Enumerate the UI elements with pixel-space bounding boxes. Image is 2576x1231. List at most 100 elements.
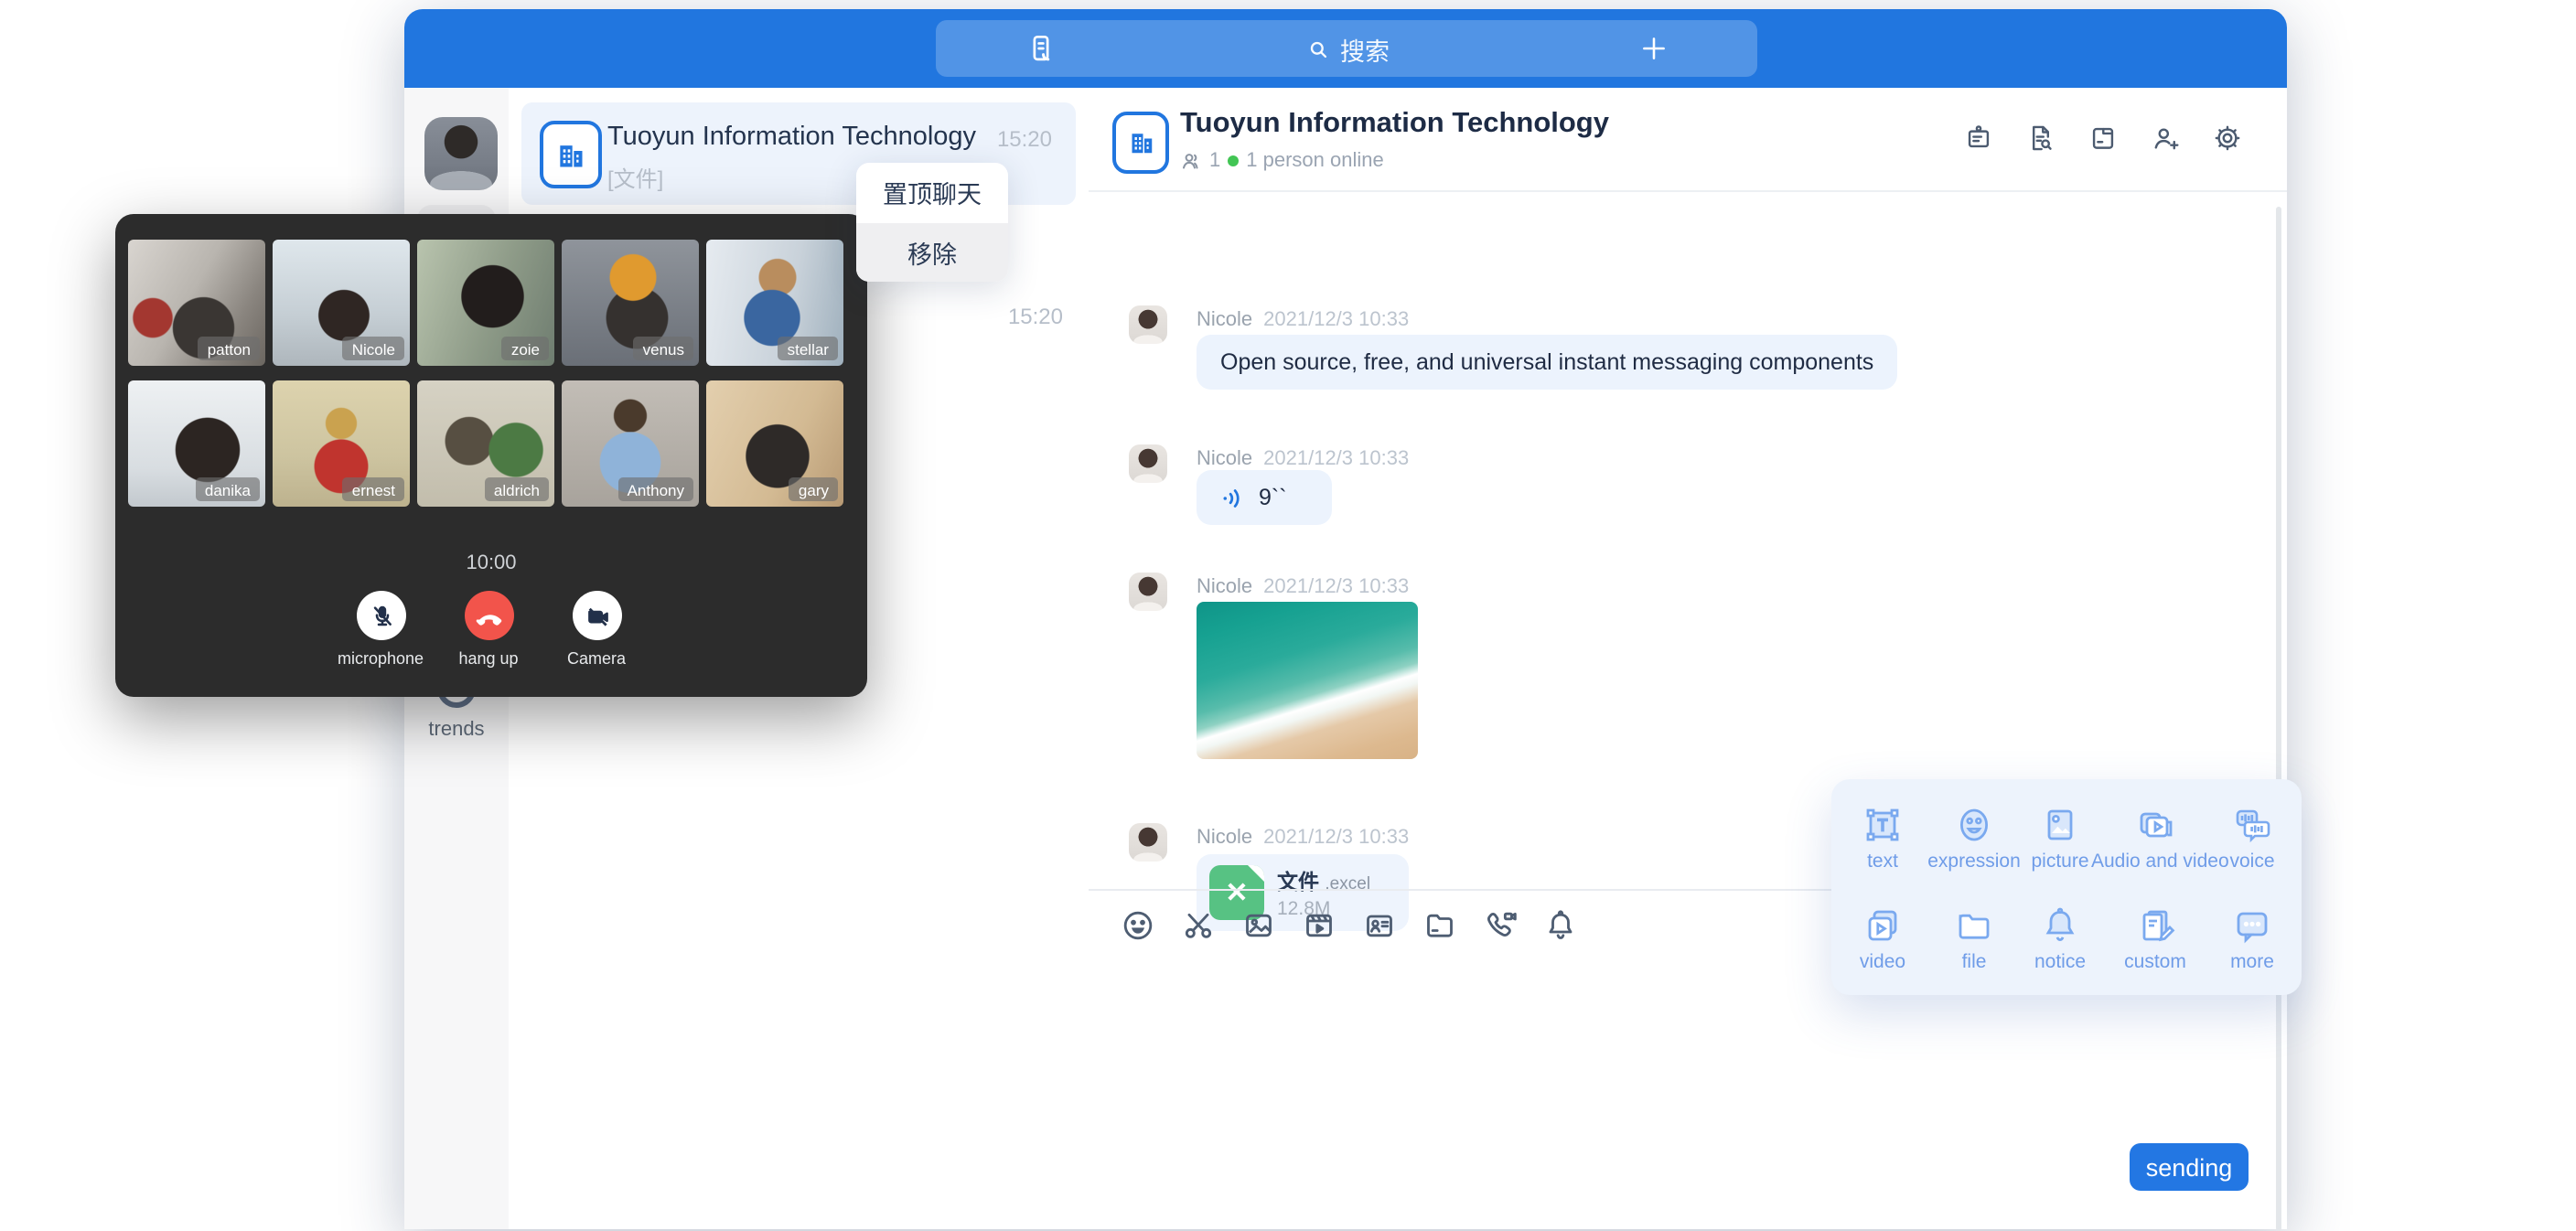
online-dot (1228, 155, 1239, 166)
group-avatar (1112, 112, 1169, 174)
message-time: 2021/12/3 10:33 (1263, 576, 1409, 598)
folder-icon[interactable] (1422, 907, 1458, 944)
conversation-time: 15:20 (997, 126, 1052, 152)
custom-icon (2133, 904, 2177, 947)
top-bar: 搜索 (404, 9, 2287, 88)
add-member-icon[interactable] (2150, 123, 2181, 154)
search-bar[interactable]: 搜索 (935, 20, 1756, 77)
message-time: 2021/12/3 10:33 (1263, 448, 1409, 470)
building-icon (1124, 124, 1157, 161)
emoji-icon[interactable] (1120, 907, 1156, 944)
participant-tile: stellar (706, 240, 843, 366)
notice-icon (2038, 904, 2082, 947)
participant-tile: danika (128, 380, 265, 507)
message-meta: Nicole 2021/12/3 10:33 (1197, 448, 1409, 470)
text-message[interactable]: Open source, free, and universal instant… (1197, 335, 1897, 390)
conversation-title: Tuoyun Information Technology (607, 123, 992, 152)
video-icon (1861, 904, 1905, 947)
chat-record-search-icon[interactable] (2025, 123, 2056, 154)
participant-name: gary (789, 477, 838, 501)
video-call-icon[interactable] (1482, 907, 1519, 944)
participant-tile: zoie (417, 240, 554, 366)
picture-icon[interactable] (1240, 907, 1277, 944)
building-icon (553, 134, 589, 175)
participant-tile: gary (706, 380, 843, 507)
participant-name: aldrich (485, 477, 549, 501)
avatar[interactable] (1129, 305, 1167, 344)
member-count: 1 (1209, 150, 1220, 172)
members-icon (1180, 150, 1202, 172)
add-icon[interactable] (1637, 33, 1669, 64)
image-message[interactable] (1197, 602, 1418, 759)
participant-name: Nicole (343, 337, 404, 360)
conversation-last-message: [文件] (607, 163, 663, 194)
video-icon[interactable] (1301, 907, 1337, 944)
message-type-panel: text expression picture Audio and video … (1831, 779, 2302, 995)
conversation-time: 15:20 (1008, 304, 1063, 329)
avatar[interactable] (1129, 444, 1167, 483)
panel-item-voice[interactable]: voice (2188, 803, 2316, 872)
participant-tile: Anthony (562, 380, 699, 507)
online-count: 1 person online (1246, 150, 1383, 172)
search-input[interactable]: 搜索 (1057, 30, 1637, 67)
call-timer: 10:00 (115, 552, 867, 574)
chat-subtitle: 1 1 person online (1180, 150, 1384, 172)
expression-icon (1952, 803, 1996, 847)
participant-tile: patton (128, 240, 265, 366)
panel-label: voice (2188, 851, 2316, 872)
conversation-context-menu: 置顶聊天 移除 (856, 163, 1008, 282)
participant-tile: venus (562, 240, 699, 366)
mic-muted-icon (367, 601, 396, 630)
notification-icon[interactable] (1542, 907, 1579, 944)
message-meta: Nicole 2021/12/3 10:33 (1197, 309, 1409, 331)
group-avatar (540, 121, 602, 188)
scrollbar[interactable] (2276, 207, 2281, 1231)
voice-icon (2230, 803, 2274, 847)
voice-message[interactable]: 9`` (1197, 470, 1332, 525)
participant-name: ernest (343, 477, 404, 501)
camera-button[interactable] (573, 591, 622, 640)
voice-duration: 9`` (1259, 485, 1287, 510)
screenshot-icon[interactable] (1180, 907, 1217, 944)
search-placeholder: 搜索 (1340, 30, 1390, 67)
send-button[interactable]: sending (2130, 1143, 2249, 1191)
screen: 搜索 trends Tuoyun Information Technology … (0, 0, 2576, 1229)
hang-up-button[interactable] (465, 591, 514, 640)
picture-icon (2038, 803, 2082, 847)
participant-tile: aldrich (417, 380, 554, 507)
panel-label: more (2188, 951, 2316, 973)
microphone-button[interactable] (357, 591, 406, 640)
camera-muted-icon (583, 601, 612, 630)
chat-title: Tuoyun Information Technology (1180, 108, 1609, 141)
sender-name: Nicole (1197, 448, 1252, 470)
settings-icon[interactable] (2212, 123, 2243, 154)
sender-name: Nicole (1197, 576, 1252, 598)
hang-up-icon (473, 599, 506, 632)
file-icon (1952, 904, 1996, 947)
trends-label: trends (404, 719, 509, 741)
participant-name: Anthony (618, 477, 693, 501)
announcement-icon[interactable] (1963, 123, 1994, 154)
call-record-icon[interactable] (1023, 31, 1057, 66)
participant-name: venus (634, 337, 693, 360)
sender-name: Nicole (1197, 309, 1252, 331)
participant-name: stellar (778, 337, 838, 360)
menu-item-remove[interactable]: 移除 (856, 222, 1008, 282)
my-avatar[interactable] (424, 117, 498, 190)
file-icon[interactable] (2088, 123, 2119, 154)
more-icon (2230, 904, 2274, 947)
avatar[interactable] (1129, 573, 1167, 611)
sender-name: Nicole (1197, 827, 1252, 849)
contact-card-icon[interactable] (1361, 907, 1398, 944)
video-call-window[interactable]: patton Nicole zoie venus stellar danika … (115, 214, 867, 697)
avatar[interactable] (1129, 823, 1167, 862)
message-time: 2021/12/3 10:33 (1263, 309, 1409, 331)
participant-name: danika (196, 477, 260, 501)
text-icon (1861, 803, 1905, 847)
menu-item-pin-chat[interactable]: 置顶聊天 (856, 163, 1008, 222)
participant-tile: ernest (273, 380, 410, 507)
message-time: 2021/12/3 10:33 (1263, 827, 1409, 849)
camera-label: Camera (532, 649, 660, 668)
panel-item-more[interactable]: more (2188, 904, 2316, 973)
voice-wave-icon (1218, 484, 1246, 511)
